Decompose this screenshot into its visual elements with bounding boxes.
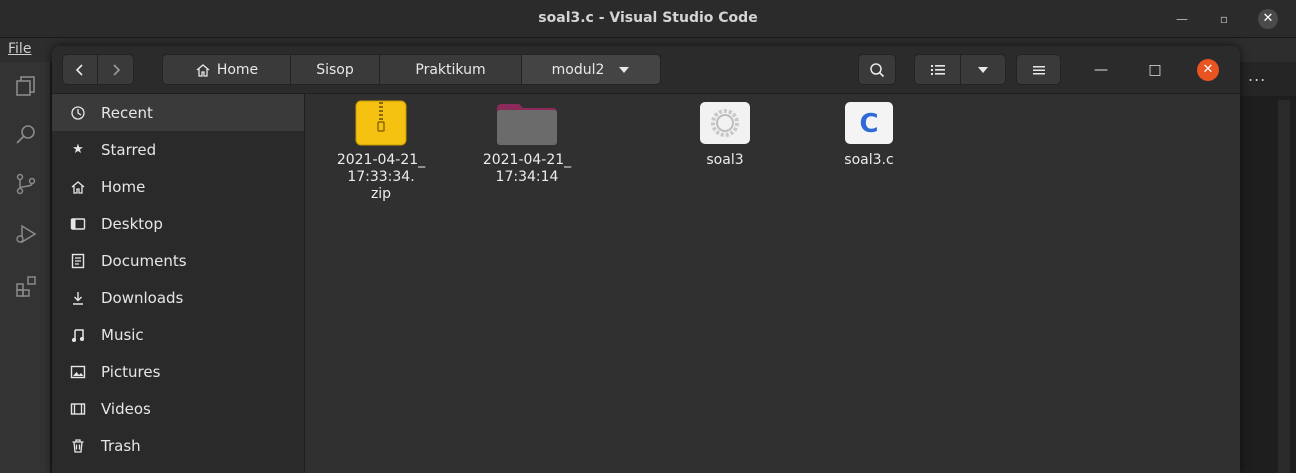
sidebar-item-desktop[interactable]: Desktop xyxy=(52,205,304,242)
editor-scrollbar[interactable] xyxy=(1278,100,1290,473)
window-title: soal3.c - Visual Studio Code xyxy=(538,10,758,26)
sidebar-item-label: Home xyxy=(101,177,146,196)
source-control-icon[interactable] xyxy=(14,172,38,196)
search-button[interactable] xyxy=(858,54,896,85)
file-name: soal3.c xyxy=(844,152,894,168)
executable-icon xyxy=(693,100,757,146)
pictures-icon xyxy=(70,364,86,380)
breadcrumb-label: modul2 xyxy=(551,61,605,78)
sidebar-item-label: Pictures xyxy=(101,362,161,381)
zip-archive-icon xyxy=(349,100,413,146)
star-icon: ★ xyxy=(72,142,84,157)
chevron-right-icon xyxy=(112,63,120,76)
file-item[interactable]: 2021-04-21_ 17:34:14 xyxy=(467,100,587,186)
places-sidebar: Recent ★ Starred Home Desktop Documents … xyxy=(52,94,305,473)
sidebar-item-home[interactable]: Home xyxy=(52,168,304,205)
documents-icon xyxy=(70,253,86,269)
search-icon xyxy=(870,62,885,77)
back-button[interactable] xyxy=(62,54,98,85)
sidebar-item-label: Starred xyxy=(101,140,157,159)
explorer-icon[interactable] xyxy=(14,74,38,98)
folder-icon xyxy=(495,100,559,146)
main-menu-button[interactable] xyxy=(1016,54,1061,85)
view-options-button[interactable] xyxy=(960,54,1006,85)
sidebar-item-label: Recent xyxy=(101,103,153,122)
file-name: soal3 xyxy=(706,152,744,168)
file-item[interactable]: soal3 xyxy=(665,100,785,169)
run-debug-icon[interactable] xyxy=(14,222,38,246)
file-name: 2021-04-21_ 17:34:14 xyxy=(482,152,572,185)
sidebar-item-music[interactable]: Music xyxy=(52,316,304,353)
download-icon xyxy=(70,290,86,306)
breadcrumb-label: Praktikum xyxy=(415,61,486,78)
home-icon xyxy=(196,63,210,77)
file-name: 2021-04-21_ 17:33:34. zip xyxy=(336,152,426,202)
sidebar-item-starred[interactable]: ★ Starred xyxy=(52,131,304,168)
chevron-down-icon xyxy=(978,66,988,73)
file-manager-headerbar: Home Sisop Praktikum modul2 — □ ✕ xyxy=(52,46,1240,94)
activity-bar xyxy=(0,62,50,473)
file-grid: 2021-04-21_ 17:33:34. zip 2021-04-21_ 17… xyxy=(305,94,1240,473)
list-view-icon xyxy=(930,64,945,75)
sidebar-item-videos[interactable]: Videos xyxy=(52,390,304,427)
close-button[interactable]: ✕ xyxy=(1197,59,1219,81)
vscode-minimize-button[interactable]: — xyxy=(1172,9,1192,29)
trash-icon xyxy=(70,438,86,454)
file-manager-window: Home Sisop Praktikum modul2 — □ ✕ Recent… xyxy=(52,46,1240,473)
desktop-icon xyxy=(70,216,86,232)
chevron-down-icon xyxy=(619,66,630,73)
breadcrumb-modul2[interactable]: modul2 xyxy=(521,54,661,85)
clock-icon xyxy=(70,105,86,121)
svg-text:C: C xyxy=(859,109,878,139)
vscode-close-button[interactable]: ✕ xyxy=(1258,9,1278,29)
sidebar-item-recent[interactable]: Recent xyxy=(52,94,304,131)
sidebar-item-documents[interactable]: Documents xyxy=(52,242,304,279)
list-view-button[interactable] xyxy=(914,54,961,85)
sidebar-item-label: Downloads xyxy=(101,288,184,307)
hamburger-menu-icon xyxy=(1032,65,1045,74)
maximize-button[interactable]: □ xyxy=(1144,59,1166,81)
breadcrumb-home[interactable]: Home xyxy=(162,54,291,85)
breadcrumb-praktikum[interactable]: Praktikum xyxy=(379,54,522,85)
music-icon xyxy=(70,327,86,343)
videos-icon xyxy=(70,401,86,417)
forward-button[interactable] xyxy=(97,54,134,85)
sidebar-item-label: Desktop xyxy=(101,214,163,233)
home-icon xyxy=(70,179,86,195)
file-item[interactable]: C soal3.c xyxy=(809,100,929,169)
more-actions-icon[interactable]: ... xyxy=(1248,66,1266,85)
extensions-icon[interactable] xyxy=(14,274,38,298)
sidebar-item-pictures[interactable]: Pictures xyxy=(52,353,304,390)
breadcrumb-label: Home xyxy=(216,61,259,78)
sidebar-item-label: Trash xyxy=(101,436,141,455)
breadcrumb-label: Sisop xyxy=(316,61,354,78)
minimize-button[interactable]: — xyxy=(1090,59,1112,81)
c-source-icon: C xyxy=(837,100,901,146)
sidebar-item-trash[interactable]: Trash xyxy=(52,427,304,464)
breadcrumb-sisop[interactable]: Sisop xyxy=(290,54,380,85)
search-icon[interactable] xyxy=(14,122,38,146)
menu-file[interactable]: File xyxy=(8,41,31,57)
vscode-maximize-button[interactable]: ▫ xyxy=(1214,9,1234,29)
file-item[interactable]: 2021-04-21_ 17:33:34. zip xyxy=(321,100,441,203)
vscode-titlebar: soal3.c - Visual Studio Code — ▫ ✕ xyxy=(0,0,1296,38)
sidebar-item-downloads[interactable]: Downloads xyxy=(52,279,304,316)
sidebar-item-label: Documents xyxy=(101,251,187,270)
sidebar-item-label: Music xyxy=(101,325,144,344)
chevron-left-icon xyxy=(75,63,83,76)
sidebar-item-label: Videos xyxy=(101,399,151,418)
